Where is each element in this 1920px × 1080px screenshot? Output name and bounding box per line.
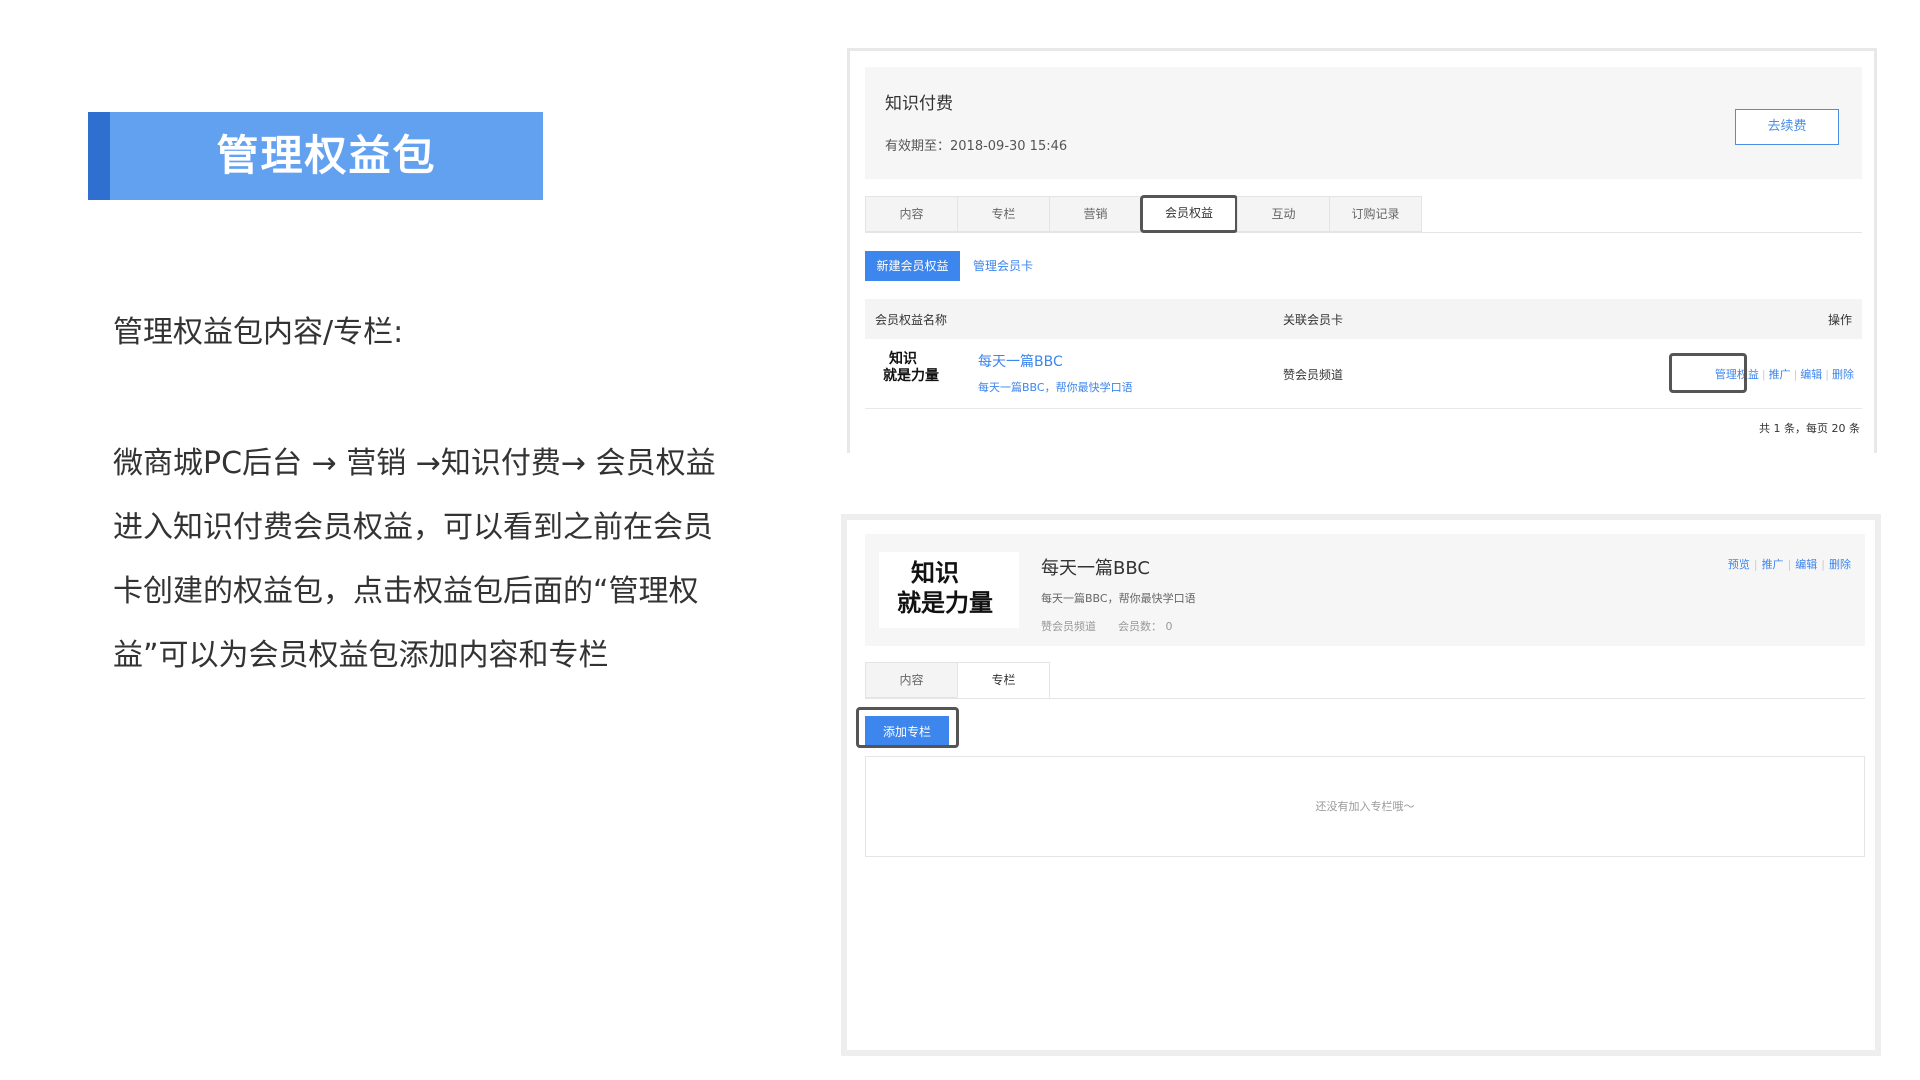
- preview-link[interactable]: 预览: [1728, 558, 1750, 571]
- tab-marketing[interactable]: 营销: [1049, 196, 1142, 232]
- title-accent-stripe: [88, 112, 110, 200]
- manage-benefits-highlight: [1669, 353, 1747, 393]
- expiry-date: 有效期至：2018-09-30 15:46: [885, 139, 1068, 154]
- tab-bar: 内容 专栏 营销 会员权益 互动 订购记录: [865, 195, 1862, 233]
- promote-link[interactable]: 推广: [1762, 558, 1784, 571]
- slide-title: 管理权益包: [216, 131, 437, 180]
- description-text: 微商城PC后台 → 营销 →知识付费→ 会员权益 进入知识付费会员权益，可以看到…: [113, 432, 763, 688]
- benefit-meta: 赞会员频道 会员数： 0: [1041, 618, 1173, 634]
- member-count: 会员数： 0: [1118, 620, 1173, 633]
- tab-column[interactable]: 专栏: [957, 662, 1050, 698]
- benefit-logo-image: 知识 就是力量: [883, 351, 947, 397]
- delete-link[interactable]: 删除: [1832, 368, 1854, 381]
- column-header-name: 会员权益名称: [875, 313, 948, 327]
- benefit-logo-image: 知识 就是力量: [879, 552, 1019, 628]
- tab-order-records[interactable]: 订购记录: [1329, 196, 1422, 232]
- column-header-actions: 操作: [1827, 313, 1852, 327]
- empty-state-message: 还没有加入专栏哦～: [865, 756, 1865, 857]
- column-header-card: 关联会员卡: [1283, 313, 1344, 327]
- benefit-name-link[interactable]: 每天一篇BBC: [978, 351, 1063, 371]
- section-heading: 管理权益包内容/专栏:: [113, 315, 404, 350]
- benefit-title: 每天一篇BBC: [1041, 558, 1150, 579]
- linked-member-card: 赞会员频道: [1283, 368, 1344, 382]
- edit-link[interactable]: 编辑: [1795, 558, 1817, 571]
- tab-content[interactable]: 内容: [865, 196, 958, 232]
- benefit-subtitle: 每天一篇BBC，帮你最快学口语: [978, 381, 1133, 394]
- edit-link[interactable]: 编辑: [1800, 368, 1822, 381]
- header-actions: 预览 | 推广 | 编辑 | 删除: [1727, 558, 1851, 571]
- description-line: 卡创建的权益包，点击权益包后面的“管理权: [113, 574, 699, 609]
- description-line: 益”可以为会员权益包添加内容和专栏: [113, 638, 609, 673]
- member-benefits-screenshot: 知识付费 有效期至：2018-09-30 15:46 去续费 内容 专栏 营销 …: [847, 48, 1877, 453]
- tab-column[interactable]: 专栏: [957, 196, 1050, 232]
- add-column-highlight: [856, 707, 959, 748]
- detail-tab-bar: 内容 专栏: [865, 662, 1865, 699]
- table-header: 会员权益名称 关联会员卡 操作: [865, 299, 1862, 339]
- benefit-subtitle: 每天一篇BBC，帮你最快学口语: [1041, 592, 1196, 605]
- description-line: 微商城PC后台 → 营销 →知识付费→ 会员权益: [113, 446, 716, 481]
- new-member-benefit-button[interactable]: 新建会员权益: [865, 251, 960, 281]
- benefit-detail-screenshot: 知识 就是力量 每天一篇BBC 每天一篇BBC，帮你最快学口语 赞会员频道 会员数…: [841, 514, 1881, 1056]
- channel-name: 赞会员频道: [1041, 620, 1096, 633]
- benefit-detail-header: 知识 就是力量 每天一篇BBC 每天一篇BBC，帮你最快学口语 赞会员频道 会员数…: [865, 534, 1865, 646]
- header-title: 知识付费: [885, 94, 953, 114]
- tab-interaction[interactable]: 互动: [1237, 196, 1330, 232]
- promote-link[interactable]: 推广: [1769, 368, 1791, 381]
- slide-title-banner: 管理权益包: [88, 112, 543, 200]
- manage-member-card-link[interactable]: 管理会员卡: [973, 257, 1033, 274]
- pagination-info: 共 1 条，每页 20 条: [1759, 422, 1860, 435]
- renew-button[interactable]: 去续费: [1735, 109, 1839, 145]
- delete-link[interactable]: 删除: [1829, 558, 1851, 571]
- tab-content[interactable]: 内容: [865, 662, 958, 698]
- tab-member-benefits[interactable]: 会员权益: [1140, 195, 1238, 233]
- knowledge-payment-header: 知识付费 有效期至：2018-09-30 15:46 去续费: [865, 67, 1862, 179]
- description-line: 进入知识付费会员权益，可以看到之前在会员: [113, 510, 713, 545]
